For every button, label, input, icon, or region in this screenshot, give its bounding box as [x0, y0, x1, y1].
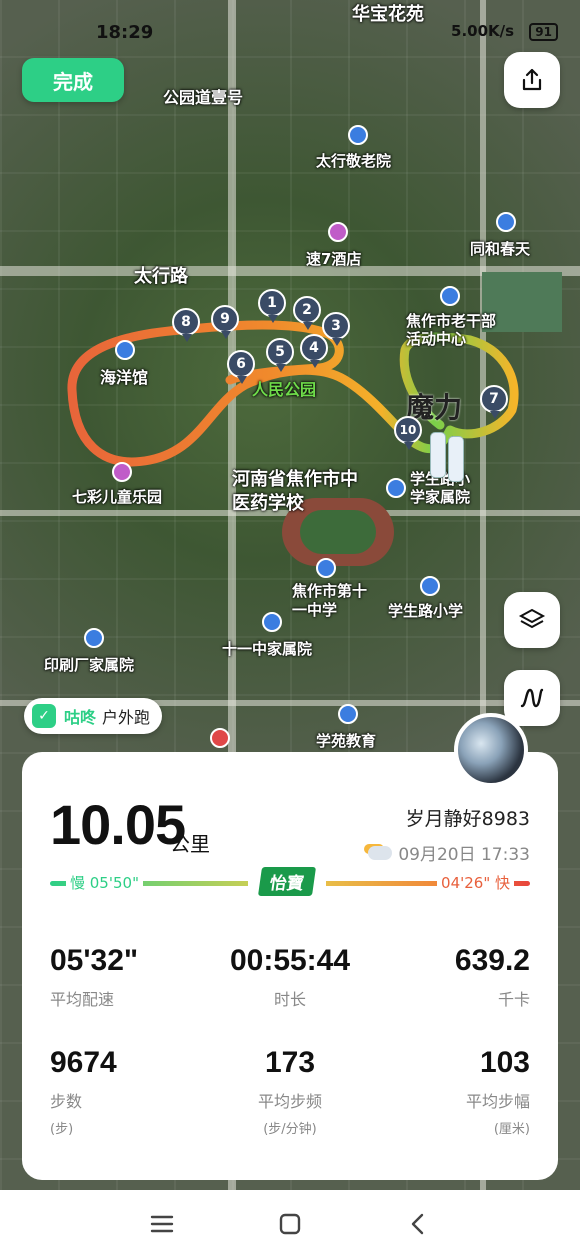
- status-bar: 18:29 5.00K/s 91: [0, 0, 580, 60]
- stat-stride: 103 平均步幅 (厘米): [466, 1046, 530, 1137]
- map-label: 焦作市第十一中学: [292, 582, 368, 619]
- km-marker[interactable]: 9: [211, 305, 239, 339]
- system-nav-bar: [0, 1190, 580, 1257]
- battery-icon: 91: [529, 23, 558, 41]
- stride-label: 平均步幅: [465, 1092, 530, 1111]
- cadence-value: 173: [264, 1046, 316, 1079]
- nursing-home-icon: [348, 125, 368, 145]
- done-button[interactable]: 完成: [22, 58, 124, 102]
- wave-chart-icon: [520, 688, 544, 708]
- avg-pace-value: 05'32": [50, 944, 139, 977]
- codoon-logo-icon: ✓: [32, 704, 56, 728]
- finish-bottle-icon: [430, 432, 446, 478]
- stat-avg-pace: 05'32" 平均配速: [50, 944, 138, 1010]
- stat-calories: 639.2 千卡: [455, 944, 530, 1010]
- avg-pace-label: 平均配速: [50, 990, 115, 1009]
- duration-value: 00:55:44: [229, 944, 351, 977]
- status-time: 18:29: [96, 22, 154, 43]
- stride-value: 103: [479, 1046, 530, 1079]
- weather-cloud-icon: [368, 845, 393, 860]
- steps-unit: (步): [50, 1122, 74, 1137]
- km-marker[interactable]: 7: [480, 385, 508, 419]
- ocean-hall-icon: [115, 340, 135, 360]
- map-label: 太行敬老院: [316, 152, 392, 170]
- distance-value: 10.05: [50, 793, 186, 856]
- menu-button[interactable]: [142, 1204, 182, 1244]
- share-icon: [522, 68, 542, 91]
- pace-chart-button[interactable]: [504, 670, 560, 726]
- run-date: 09月20日 17:33: [398, 845, 530, 865]
- map-label: 公园道壹号: [163, 88, 244, 107]
- pace-fast-label: 04'26" 快: [437, 872, 514, 893]
- menu-icon: [150, 1215, 174, 1233]
- kids-park-icon: [112, 462, 132, 482]
- back-button[interactable]: [398, 1204, 438, 1244]
- stat-cadence: 173 平均步频 (步/分钟): [210, 1046, 370, 1137]
- stride-unit: (厘米): [493, 1122, 530, 1137]
- map-layers-button[interactable]: [504, 592, 560, 648]
- app-brand-pill: ✓ 咕咚 户外跑: [24, 698, 163, 734]
- workout-mode: 户外跑: [102, 708, 151, 727]
- pace-slow-label: 慢 05'50": [66, 872, 143, 893]
- finish-bottle-icon: [448, 436, 464, 482]
- stat-duration: 00:55:44 时长: [210, 944, 370, 1010]
- school-icon: [316, 558, 336, 578]
- map-label: 海洋馆: [100, 368, 149, 387]
- map-label: 速7酒店: [306, 250, 362, 268]
- share-button[interactable]: [504, 52, 560, 108]
- km-marker[interactable]: 8: [172, 308, 200, 342]
- no11-family-icon: [262, 612, 282, 632]
- home-square-icon: [279, 1213, 301, 1235]
- steps-value: 9674: [50, 1046, 117, 1079]
- cadence-label: 平均步频: [257, 1092, 322, 1111]
- hotel-icon: [328, 222, 348, 242]
- duration-label: 时长: [273, 990, 306, 1009]
- layers-icon: [518, 608, 546, 629]
- status-right: 5.00K/s 91: [451, 22, 558, 41]
- hospital-icon: [210, 728, 230, 748]
- map-label: 学生路小学: [388, 602, 464, 620]
- cadence-unit: (步/分钟): [263, 1122, 317, 1137]
- back-chevron-icon: [411, 1213, 424, 1235]
- map-label: 印刷厂家属院: [44, 656, 135, 674]
- map-label: 七彩儿童乐园: [72, 488, 163, 506]
- primary-school-family-icon: [386, 478, 406, 498]
- km-marker[interactable]: 2: [293, 296, 321, 330]
- km-marker[interactable]: 4: [300, 334, 328, 368]
- map-label: 同和春天: [470, 240, 531, 258]
- map-label: 河南省焦作市中医药学校: [232, 469, 358, 514]
- distance-unit: 公里: [170, 832, 210, 856]
- map-label: 太行路: [134, 266, 188, 287]
- brand-name: 咕咚: [64, 708, 97, 727]
- km-marker[interactable]: 10: [394, 416, 422, 450]
- pace-range-bar: 慢 05'50" 04'26" 快 怡寶: [50, 864, 530, 904]
- printing-family-icon: [84, 628, 104, 648]
- home-button[interactable]: [270, 1204, 310, 1244]
- avatar[interactable]: [454, 713, 528, 787]
- tonghe-icon: [496, 212, 516, 232]
- xueyuan-icon: [338, 704, 358, 724]
- km-marker[interactable]: 1: [258, 289, 286, 323]
- stat-steps: 9674 步数 (步): [50, 1046, 117, 1137]
- summary-card: 10.05 公里 岁月静好8983 09月20日 17:33 慢 05'50" …: [22, 752, 558, 1180]
- xuesheng-school-icon: [420, 576, 440, 596]
- km-marker[interactable]: 6: [227, 350, 255, 384]
- sponsor-logo: 怡寶: [248, 866, 326, 896]
- run-datetime: 09月20日 17:33: [368, 840, 530, 865]
- map-label: 十一中家属院: [222, 640, 313, 658]
- steps-label: 步数: [50, 1092, 83, 1111]
- username: 岁月静好8983: [405, 808, 530, 830]
- km-marker[interactable]: 5: [266, 338, 294, 372]
- calories-value: 639.2: [454, 944, 530, 977]
- map-label: 人民公园: [252, 380, 317, 399]
- elderly-center-icon: [440, 286, 460, 306]
- km-marker[interactable]: 3: [322, 312, 350, 346]
- network-speed: 5.00K/s: [451, 22, 515, 40]
- map-label: 学苑教育: [316, 732, 377, 750]
- calories-label: 千卡: [497, 990, 530, 1009]
- map-label: 焦作市老干部活动中心: [406, 312, 497, 348]
